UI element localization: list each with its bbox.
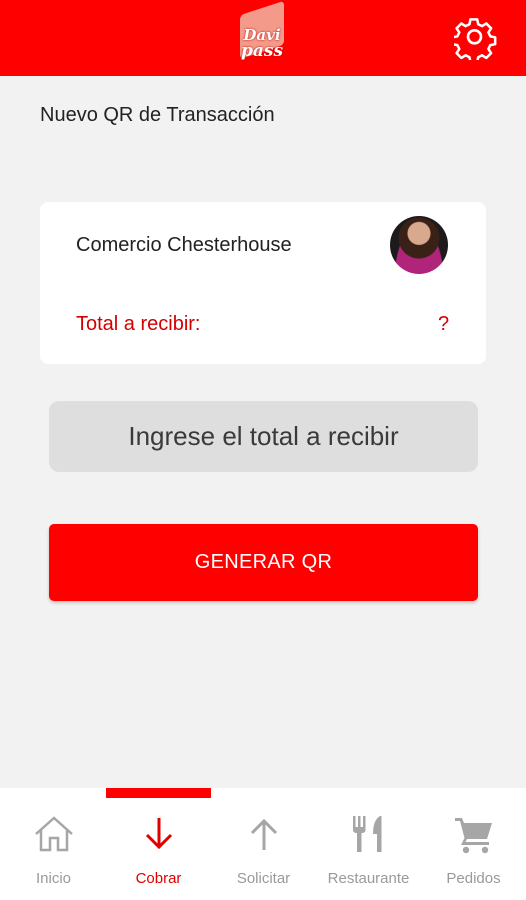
avatar xyxy=(390,216,448,274)
tab-label: Solicitar xyxy=(236,870,291,887)
tab-solicitar[interactable]: Solicitar xyxy=(211,812,316,892)
tab-pedidos[interactable]: Pedidos xyxy=(421,812,526,892)
tab-inicio[interactable]: Inicio xyxy=(1,812,106,892)
bottom-tab-bar: Inicio Cobrar Solicitar Restaurante Pedi… xyxy=(0,788,526,900)
page-title: Nuevo QR de Transacción xyxy=(40,104,275,126)
tab-cobrar[interactable]: Cobrar xyxy=(106,812,211,892)
fork-knife-icon xyxy=(352,816,381,852)
app-header: Davi pass xyxy=(0,0,526,76)
logo-text-line2: pass xyxy=(240,41,284,61)
merchant-card: Comercio Chesterhouse Total a recibir: ? xyxy=(40,202,486,364)
arrow-down-icon xyxy=(145,818,172,850)
active-tab-indicator xyxy=(106,788,211,798)
amount-input[interactable] xyxy=(49,401,478,472)
total-label: Total a recibir: xyxy=(76,313,201,335)
tab-restaurante[interactable]: Restaurante xyxy=(316,812,421,892)
merchant-name: Comercio Chesterhouse xyxy=(76,234,292,256)
generate-qr-button[interactable]: GENERAR QR xyxy=(49,524,478,601)
tab-label: Restaurante xyxy=(327,870,410,887)
tab-label: Pedidos xyxy=(446,870,501,887)
gear-icon[interactable] xyxy=(454,16,498,60)
total-value: ? xyxy=(438,313,450,335)
tab-label: Inicio xyxy=(35,870,72,887)
davipass-logo: Davi pass xyxy=(234,0,290,72)
arrow-up-icon xyxy=(250,818,277,850)
tab-label: Cobrar xyxy=(135,870,182,887)
cart-icon xyxy=(454,818,492,854)
home-icon xyxy=(34,816,73,852)
